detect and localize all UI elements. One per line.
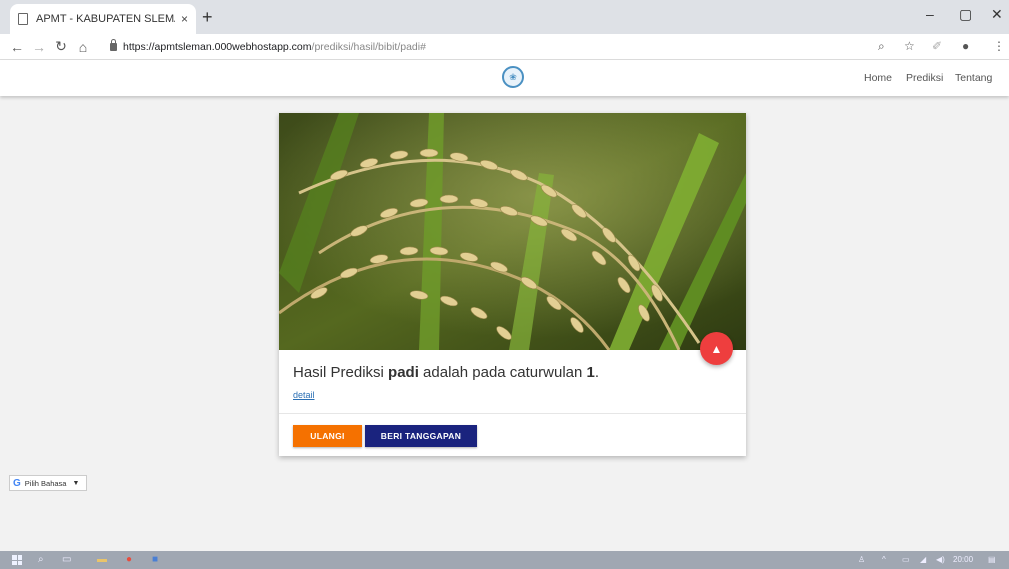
- tab-title: APMT - KABUPATEN SLEMAN: [36, 13, 175, 25]
- close-window-icon[interactable]: ✕: [991, 6, 1003, 23]
- tab-close-icon[interactable]: ×: [181, 12, 188, 26]
- nav-home[interactable]: Home: [864, 72, 892, 84]
- maximize-icon[interactable]: ▢: [959, 6, 972, 23]
- address-bar[interactable]: https://apmtsleman.000webhostapp.com/pre…: [110, 37, 860, 57]
- result-period: 1: [586, 364, 595, 381]
- prediction-result-text: Hasil Prediksi padi adalah pada caturwul…: [293, 364, 599, 381]
- chrome-icon[interactable]: ●: [126, 554, 132, 566]
- notification-icon[interactable]: ▤: [988, 555, 996, 564]
- language-label: Pilih Bahasa: [24, 478, 67, 488]
- network-icon[interactable]: ◢: [920, 555, 926, 564]
- browser-toolbar: ← → ↻ ⌂ https://apmtsleman.000webhostapp…: [0, 34, 1009, 60]
- forward-icon[interactable]: →: [28, 39, 50, 55]
- word-icon[interactable]: ■: [152, 554, 158, 566]
- nav-prediksi[interactable]: Prediksi: [906, 72, 943, 84]
- url-path: /prediksi/hasil/bibit/padi#: [311, 41, 426, 53]
- people-icon[interactable]: ♙: [858, 555, 865, 564]
- result-suffix: .: [594, 364, 600, 381]
- ulangi-button[interactable]: ULANGI: [293, 425, 362, 447]
- volume-icon[interactable]: ◀): [936, 555, 945, 564]
- chevron-up-icon: ▲: [710, 341, 723, 356]
- browser-tab[interactable]: APMT - KABUPATEN SLEMAN ×: [10, 4, 196, 34]
- card-divider: [279, 413, 746, 414]
- lock-icon: [110, 39, 117, 51]
- language-select[interactable]: G Pilih Bahasa ▼: [9, 475, 87, 491]
- battery-icon[interactable]: ▭: [902, 555, 910, 564]
- beri-tanggapan-button[interactable]: BERI TANGGAPAN: [365, 425, 477, 447]
- result-prefix: Hasil Prediksi: [293, 364, 389, 381]
- file-explorer-icon[interactable]: ▬: [97, 554, 107, 566]
- rice-plant-image: [279, 113, 746, 350]
- task-view-icon[interactable]: ▭: [62, 554, 71, 566]
- site-logo-icon[interactable]: ❀: [502, 66, 524, 88]
- profile-avatar-icon[interactable]: ●: [962, 39, 969, 53]
- home-icon[interactable]: ⌂: [72, 39, 94, 55]
- reload-icon[interactable]: ↻: [50, 38, 72, 55]
- google-g-icon: G: [13, 477, 21, 489]
- bookmark-star-icon[interactable]: ☆: [904, 39, 915, 53]
- extension-icon[interactable]: ✐: [932, 39, 942, 53]
- menu-dots-icon[interactable]: ⋮: [993, 39, 1005, 53]
- minimize-icon[interactable]: –: [926, 6, 934, 22]
- result-middle: adalah pada caturwulan: [418, 364, 587, 381]
- zoom-icon[interactable]: ⌕: [878, 39, 885, 54]
- browser-tab-strip: APMT - KABUPATEN SLEMAN × + – ▢ ✕: [0, 0, 1009, 34]
- page-icon: [18, 13, 28, 25]
- new-tab-button[interactable]: +: [202, 7, 213, 28]
- detail-link[interactable]: detail: [293, 390, 315, 400]
- tray-chevron-icon[interactable]: ^: [882, 555, 886, 564]
- windows-taskbar: ⌕ ▭ ▬ ● ■ ♙ ^ ▭ ◢ ◀) 20:00 ▤: [0, 551, 1009, 569]
- nav-tentang[interactable]: Tentang: [955, 72, 992, 84]
- result-crop: padi: [388, 364, 419, 381]
- site-header: ❀ Home Prediksi Tentang: [0, 60, 1009, 96]
- back-icon[interactable]: ←: [6, 39, 28, 55]
- clock[interactable]: 20:00: [953, 555, 973, 564]
- dropdown-arrow-icon: ▼: [72, 479, 80, 487]
- prediction-result-card: ▲ Hasil Prediksi padi adalah pada caturw…: [279, 113, 746, 456]
- scroll-up-fab[interactable]: ▲: [700, 332, 733, 365]
- url-host: https://apmtsleman.000webhostapp.com: [123, 41, 312, 53]
- search-icon[interactable]: ⌕: [38, 554, 44, 566]
- windows-start-icon[interactable]: [12, 555, 22, 565]
